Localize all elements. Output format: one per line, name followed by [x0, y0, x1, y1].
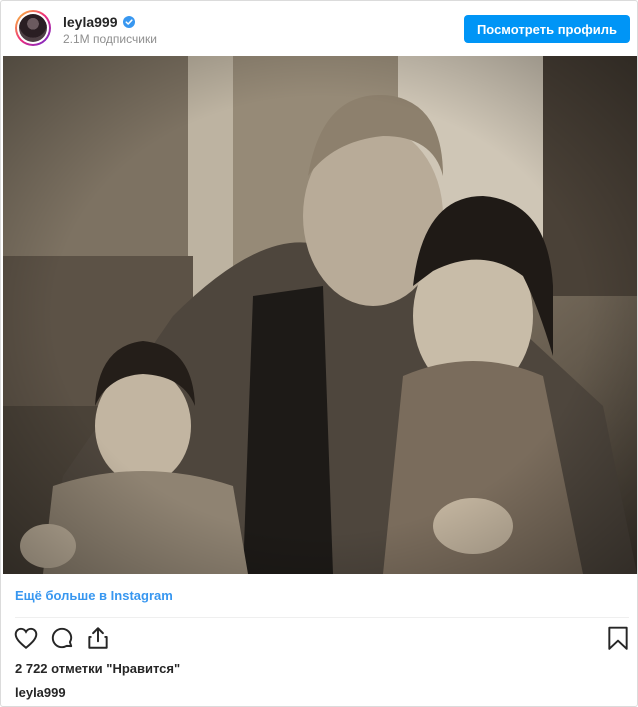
follower-count: 2.1M подписчики — [63, 32, 157, 46]
post-photo-image — [3, 56, 637, 574]
action-bar — [1, 625, 637, 655]
heart-icon[interactable] — [13, 625, 39, 651]
username-link[interactable]: leyla999 — [63, 14, 118, 30]
share-icon[interactable] — [85, 625, 111, 651]
divider — [15, 617, 629, 618]
profile-avatar[interactable] — [15, 10, 51, 46]
more-on-instagram-link[interactable]: Ещё больше в Instagram — [15, 588, 173, 603]
bookmark-icon[interactable] — [605, 625, 631, 651]
post-header: leyla999 2.1M подписчики Посмотреть проф… — [1, 1, 637, 55]
comment-icon[interactable] — [49, 625, 75, 651]
caption-username[interactable]: leyla999 — [15, 685, 66, 700]
like-count[interactable]: 2 722 отметки "Нравится" — [15, 661, 180, 676]
avatar-image — [19, 14, 47, 42]
username-row: leyla999 — [63, 13, 135, 31]
view-profile-button[interactable]: Посмотреть профиль — [464, 15, 630, 43]
avatar-ring — [17, 12, 49, 44]
verified-badge-icon — [122, 16, 135, 28]
instagram-embed-card: leyla999 2.1M подписчики Посмотреть проф… — [0, 0, 638, 707]
post-photo[interactable] — [3, 56, 637, 574]
